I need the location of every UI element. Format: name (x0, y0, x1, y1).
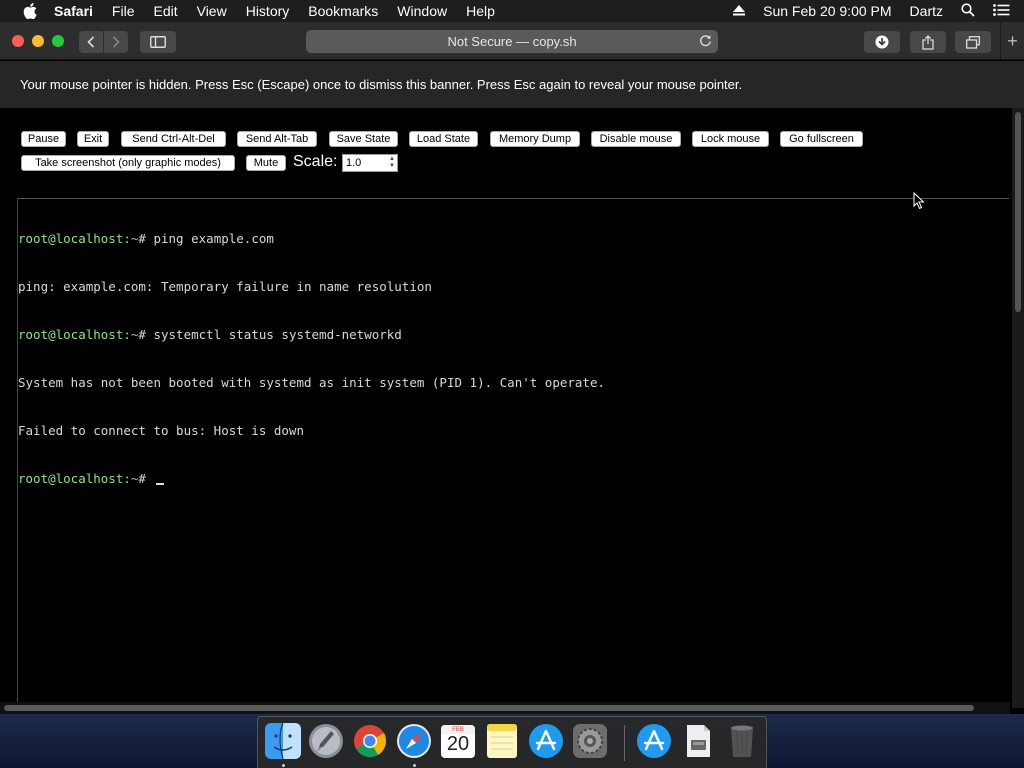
browser-toolbar: Not Secure — copy.sh + (0, 22, 1024, 60)
command-text: ping example.com (153, 231, 274, 246)
running-indicator (413, 764, 416, 767)
prompt-path: :~ (123, 471, 139, 486)
address-bar[interactable]: Not Secure — copy.sh (306, 30, 718, 53)
memory-dump-button[interactable]: Memory Dump (490, 131, 580, 147)
output-text: ping: example.com: Temporary failure in … (18, 279, 432, 294)
terminal-line: ping: example.com: Temporary failure in … (18, 279, 1008, 295)
share-icon (922, 34, 934, 50)
command-text: systemctl status systemd-networkd (153, 327, 402, 342)
emulator-page: Pause Exit Send Ctrl-Alt-Del Send Alt-Ta… (0, 108, 1010, 708)
terminal-screen[interactable]: root@localhost:~# ping example.com ping:… (18, 199, 1008, 708)
output-text: System has not been booted with systemd … (18, 375, 605, 390)
menubar-clock[interactable]: Sun Feb 20 9:00 PM (763, 3, 891, 19)
prompt-user: root@localhost (18, 471, 124, 486)
downloads-button[interactable] (864, 31, 900, 53)
menu-help[interactable]: Help (466, 3, 495, 19)
banner-text: Your mouse pointer is hidden. Press Esc … (20, 77, 743, 92)
horizontal-scrollbar[interactable] (0, 702, 1010, 714)
chevron-right-icon (112, 36, 120, 48)
notes-icon[interactable] (483, 722, 521, 760)
menu-file[interactable]: File (112, 3, 135, 19)
dock: FEB 20 (257, 716, 767, 768)
download-icon (875, 35, 889, 49)
running-indicator (282, 764, 285, 767)
save-state-button[interactable]: Save State (329, 131, 398, 147)
system-preferences-icon[interactable] (571, 722, 609, 760)
sidebar-icon (150, 36, 166, 48)
menu-history[interactable]: History (246, 3, 290, 19)
tab-overview-button[interactable] (955, 31, 991, 53)
menubar-user[interactable]: Dartz (910, 3, 943, 19)
terminal-line: root@localhost:~# ping example.com (18, 231, 1008, 247)
prompt-symbol: # (138, 231, 154, 246)
menu-safari[interactable]: Safari (54, 3, 93, 19)
dock-separator (624, 725, 625, 761)
new-tab-button[interactable]: + (1000, 22, 1024, 60)
send-alt-tab-button[interactable]: Send Alt-Tab (237, 131, 317, 147)
disable-mouse-button[interactable]: Disable mouse (591, 131, 681, 147)
back-button[interactable] (79, 31, 103, 53)
prompt-user: root@localhost (18, 327, 124, 342)
address-text: Not Secure — copy.sh (447, 34, 577, 49)
launchpad-icon[interactable] (307, 722, 345, 760)
terminal-cursor (156, 483, 165, 485)
vertical-scroll-thumb[interactable] (1015, 112, 1021, 312)
load-state-button[interactable]: Load State (409, 131, 478, 147)
tabs-icon (966, 35, 980, 49)
exit-button[interactable]: Exit (77, 131, 109, 147)
finder-icon[interactable] (264, 722, 302, 760)
share-button[interactable] (910, 31, 946, 53)
app-store-stack-icon[interactable] (635, 722, 673, 760)
scale-value: 1.0 (346, 157, 362, 169)
terminal-line: System has not been booted with systemd … (18, 375, 1008, 391)
menu-bar: Safari File Edit View History Bookmarks … (0, 0, 1024, 22)
lock-mouse-button[interactable]: Lock mouse (692, 131, 769, 147)
mouse-pointer-icon (913, 191, 925, 215)
scale-input[interactable]: 1.0 ▲ ▼ (342, 154, 398, 172)
sidebar-button[interactable] (140, 31, 176, 53)
mute-button[interactable]: Mute (246, 155, 286, 171)
window-minimize-button[interactable] (32, 35, 44, 47)
terminal-line: root@localhost:~# (18, 471, 1008, 487)
pointer-hidden-banner: Your mouse pointer is hidden. Press Esc … (0, 61, 1024, 108)
menu-view[interactable]: View (197, 3, 227, 19)
terminal-line: root@localhost:~# systemctl status syste… (18, 327, 1008, 343)
menu-bookmarks[interactable]: Bookmarks (308, 3, 378, 19)
app-store-icon[interactable] (527, 722, 565, 760)
spotlight-search-icon[interactable] (961, 2, 975, 20)
calendar-day: 20 (446, 733, 470, 755)
trash-icon[interactable] (723, 722, 761, 760)
prompt-user: root@localhost (18, 231, 124, 246)
window-zoom-button[interactable] (52, 35, 64, 47)
forward-button[interactable] (104, 31, 128, 53)
pause-button[interactable]: Pause (21, 131, 66, 147)
eject-icon[interactable] (733, 3, 746, 19)
window-close-button[interactable] (12, 35, 24, 47)
calendar-icon[interactable]: FEB 20 (439, 722, 477, 760)
chrome-icon[interactable] (351, 722, 389, 760)
prompt-path: :~ (123, 231, 139, 246)
spinner-arrows-icon[interactable]: ▲ ▼ (389, 156, 395, 170)
send-ctrl-alt-del-button[interactable]: Send Ctrl-Alt-Del (121, 131, 226, 147)
disk-image-icon[interactable] (679, 722, 717, 760)
plus-icon: + (1007, 30, 1018, 51)
scale-label: Scale: (293, 153, 338, 170)
horizontal-scroll-thumb[interactable] (4, 705, 974, 711)
notification-center-icon[interactable] (993, 3, 1010, 19)
reload-icon[interactable] (699, 34, 712, 50)
vertical-scrollbar[interactable] (1012, 108, 1024, 708)
prompt-symbol: # (138, 327, 154, 342)
safari-icon[interactable] (395, 722, 433, 760)
prompt-path: :~ (123, 327, 139, 342)
output-text: Failed to connect to bus: Host is down (18, 423, 304, 438)
prompt-symbol: # (138, 471, 154, 486)
terminal-line: Failed to connect to bus: Host is down (18, 423, 1008, 439)
go-fullscreen-button[interactable]: Go fullscreen (780, 131, 863, 147)
apple-menu-icon[interactable] (20, 3, 40, 19)
menu-edit[interactable]: Edit (153, 3, 177, 19)
menu-window[interactable]: Window (397, 3, 447, 19)
chevron-left-icon (87, 36, 95, 48)
take-screenshot-button[interactable]: Take screenshot (only graphic modes) (21, 155, 235, 171)
